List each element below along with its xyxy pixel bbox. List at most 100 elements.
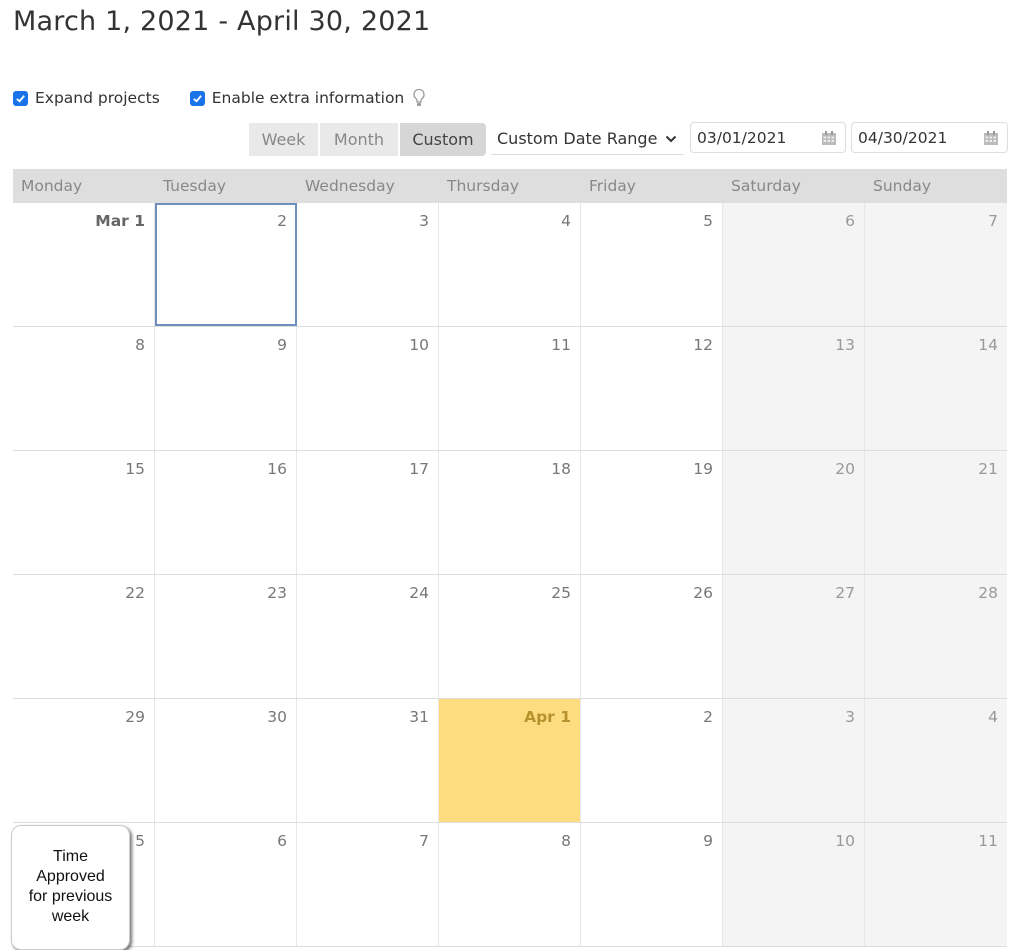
end-date-value: 04/30/2021 [858, 128, 948, 147]
start-date-input[interactable]: 03/01/2021 [690, 122, 846, 153]
calendar-day-cell[interactable]: 25 [439, 575, 581, 698]
calendar-day-cell[interactable]: 24 [297, 575, 439, 698]
calendar-day-cell[interactable]: 4 [865, 699, 1007, 822]
calendar-day-cell[interactable]: 15 [13, 451, 155, 574]
tooltip-line: Time [53, 848, 88, 865]
day-number: 24 [409, 584, 429, 602]
calendar-day-cell[interactable]: 3 [297, 203, 439, 326]
calendar-day-cell[interactable]: 13 [723, 327, 865, 450]
calendar-day-cell[interactable]: 6 [155, 823, 297, 946]
calendar-day-cell[interactable]: 9 [155, 327, 297, 450]
weekday-friday: Friday [589, 177, 636, 195]
calendar-day-cell[interactable]: 6 [723, 203, 865, 326]
tooltip-line: Approved [36, 868, 105, 885]
calendar-day-cell[interactable]: 14 [865, 327, 1007, 450]
calendar-day-cell[interactable]: 21 [865, 451, 1007, 574]
day-number: 6 [277, 832, 287, 850]
calendar-day-cell[interactable]: 10 [297, 327, 439, 450]
calendar-day-cell[interactable]: 23 [155, 575, 297, 698]
enable-extra-info-checkbox[interactable]: Enable extra information [189, 89, 404, 107]
calendar-icon[interactable] [983, 130, 999, 146]
day-number: 12 [693, 336, 713, 354]
expand-projects-label: Expand projects [35, 89, 160, 107]
day-number: 9 [703, 832, 713, 850]
weekday-header: Monday Tuesday Wednesday Thursday Friday Satu… [13, 169, 1007, 203]
calendar-day-cell[interactable]: 22 [13, 575, 155, 698]
page-title: March 1, 2021 - April 30, 2021 [13, 6, 431, 37]
expand-projects-checkbox[interactable]: Expand projects [13, 89, 160, 107]
calendar-day-cell[interactable]: 30 [155, 699, 297, 822]
day-number: 14 [978, 336, 998, 354]
day-number: 3 [419, 212, 429, 230]
calendar-day-cell[interactable]: 5 [581, 203, 723, 326]
day-number: 6 [845, 212, 855, 230]
weekday-saturday: Saturday [731, 177, 801, 195]
checkbox-checked-icon[interactable] [13, 90, 28, 106]
day-number: 18 [551, 460, 571, 478]
tooltip-line: for previous [28, 888, 113, 905]
calendar-day-cell[interactable]: 18 [439, 451, 581, 574]
calendar-day-cell[interactable]: 7 [297, 823, 439, 946]
calendar-day-cell[interactable]: Apr 1 [439, 699, 581, 822]
day-number: 11 [978, 832, 998, 850]
day-number: 29 [125, 708, 145, 726]
day-number: 4 [988, 708, 998, 726]
day-number: 25 [551, 584, 571, 602]
day-number: 31 [409, 708, 429, 726]
calendar-day-cell[interactable]: 19 [581, 451, 723, 574]
calendar-day-cell[interactable]: 10 [723, 823, 865, 946]
calendar-day-cell[interactable]: 27 [723, 575, 865, 698]
day-number: 11 [551, 336, 571, 354]
calendar-day-cell[interactable]: 2 [155, 203, 297, 326]
weekday-monday: Monday [21, 177, 83, 195]
lightbulb-icon[interactable] [412, 88, 426, 108]
day-number: 23 [267, 584, 287, 602]
calendar-day-cell[interactable]: 20 [723, 451, 865, 574]
day-number: 2 [277, 212, 287, 230]
options-bar: Expand projects Enable extra information [13, 88, 426, 108]
day-number: 5 [135, 832, 145, 850]
time-approved-tooltip: Time Approved for previous week [11, 825, 130, 950]
calendar-week-row: 5 6 7 8 9 10 11 [13, 823, 1007, 947]
calendar-day-cell[interactable]: 8 [13, 327, 155, 450]
calendar-day-cell[interactable]: 29 [13, 699, 155, 822]
calendar-week-row: 22 23 24 25 26 27 28 [13, 575, 1007, 699]
day-number: 9 [277, 336, 287, 354]
end-date-input[interactable]: 04/30/2021 [851, 122, 1008, 153]
calendar-day-cell[interactable]: 31 [297, 699, 439, 822]
calendar-day-cell[interactable]: 28 [865, 575, 1007, 698]
calendar-grid: Monday Tuesday Wednesday Thursday Friday Satu… [13, 169, 1007, 947]
day-number: Apr 1 [524, 708, 571, 726]
calendar-day-cell[interactable]: 9 [581, 823, 723, 946]
calendar-day-cell[interactable]: 12 [581, 327, 723, 450]
start-date-value: 03/01/2021 [697, 128, 787, 147]
day-number: Mar 1 [95, 212, 145, 230]
calendar-day-cell[interactable]: 8 [439, 823, 581, 946]
day-number: 17 [409, 460, 429, 478]
custom-view-button[interactable]: Custom [400, 123, 486, 156]
day-number: 8 [561, 832, 571, 850]
checkbox-checked-icon[interactable] [189, 90, 205, 106]
day-number: 27 [835, 584, 855, 602]
calendar-day-cell[interactable]: Mar 1 [13, 203, 155, 326]
day-number: 7 [988, 212, 998, 230]
date-range-value: Custom Date Range [497, 129, 658, 148]
calendar-week-row: Mar 1 2 3 4 5 6 7 [13, 203, 1007, 327]
week-view-button[interactable]: Week [249, 123, 320, 156]
day-number: 10 [835, 832, 855, 850]
calendar-day-cell[interactable]: 11 [865, 823, 1007, 946]
calendar-day-cell[interactable]: 4 [439, 203, 581, 326]
month-view-button[interactable]: Month [320, 123, 400, 156]
calendar-week-row: 15 16 17 18 19 20 21 [13, 451, 1007, 575]
calendar-icon[interactable] [821, 130, 837, 146]
calendar-day-cell[interactable]: 2 [581, 699, 723, 822]
calendar-day-cell[interactable]: 16 [155, 451, 297, 574]
calendar-day-cell[interactable]: 26 [581, 575, 723, 698]
day-number: 3 [845, 708, 855, 726]
day-number: 26 [693, 584, 713, 602]
calendar-day-cell[interactable]: 3 [723, 699, 865, 822]
calendar-day-cell[interactable]: 7 [865, 203, 1007, 326]
calendar-day-cell[interactable]: 11 [439, 327, 581, 450]
date-range-select[interactable]: Custom Date Range [491, 123, 684, 155]
calendar-day-cell[interactable]: 17 [297, 451, 439, 574]
